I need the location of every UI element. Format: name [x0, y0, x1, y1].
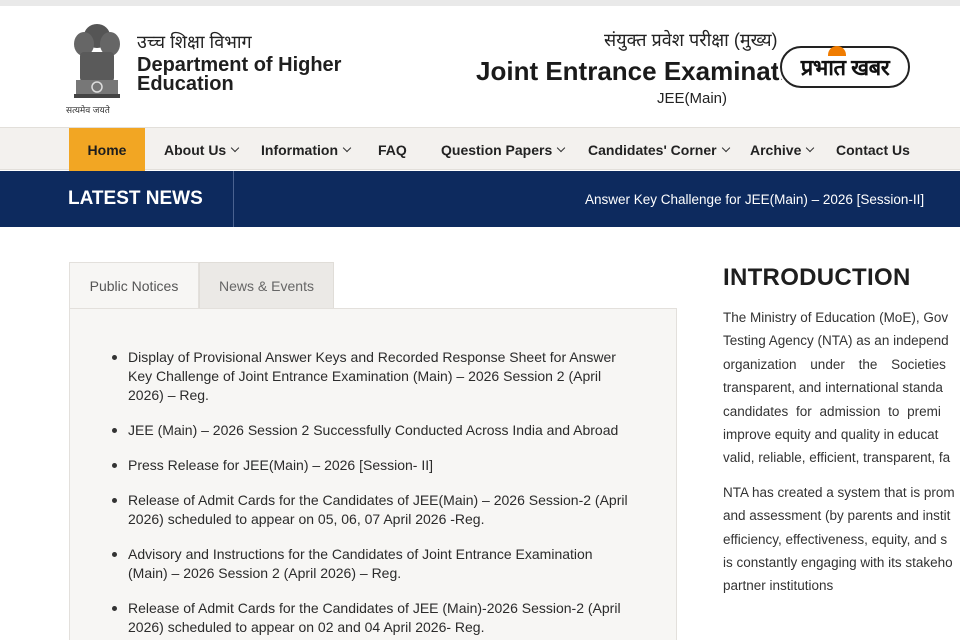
- exam-hindi-title: संयुक्त प्रवेश परीक्षा (मुख्य): [604, 30, 778, 50]
- dept-hindi-title: उच्च शिक्षा विभाग: [137, 32, 252, 52]
- exam-subtitle: JEE(Main): [657, 90, 728, 107]
- chevron-down-icon: [230, 143, 240, 152]
- emblem-motto: सत्यमेव जयते: [66, 105, 110, 115]
- latest-news-bar: LATEST NEWS Answer Key Challenge for JEE…: [0, 171, 960, 227]
- intro-line: The Ministry of Education (MoE), Gov: [723, 310, 949, 325]
- prabhat-khabar-badge: प्रभात खबर: [780, 46, 910, 88]
- main-nav: Home About Us Information FAQ Question P…: [0, 127, 960, 171]
- intro-line: organization under the Societies: [723, 356, 946, 372]
- nav-about-us[interactable]: About Us: [164, 128, 240, 171]
- chevron-down-icon: [342, 143, 352, 152]
- intro-line: NTA has created a system that is prom: [723, 484, 955, 500]
- intro-line: efficiency, effectiveness, equity, and s: [723, 531, 948, 547]
- nav-contact-label: Contact Us: [836, 141, 910, 158]
- nav-question-papers-label: Question Papers: [441, 141, 553, 158]
- intro-line: and assessment (by parents and instit: [723, 508, 951, 524]
- tab-public-notices[interactable]: Public Notices: [69, 262, 199, 309]
- chevron-down-icon: [806, 143, 815, 152]
- news-divider: [233, 171, 234, 227]
- nav-home-label: Home: [87, 141, 127, 158]
- nav-information[interactable]: Information: [261, 128, 352, 171]
- intro-title: INTRODUCTION: [723, 264, 911, 291]
- chevron-down-icon: [721, 143, 730, 152]
- nav-archive[interactable]: Archive: [750, 128, 815, 171]
- nav-candidates-label: Candidates' Corner: [588, 141, 717, 158]
- notice-item[interactable]: Release of Admit Cards for the Candidate…: [110, 491, 630, 529]
- nav-information-label: Information: [261, 141, 338, 158]
- notice-item[interactable]: Release of Admit Cards for the Candidate…: [110, 599, 630, 637]
- chevron-down-icon: [557, 143, 566, 152]
- national-emblem-icon: सत्यमेव जयते: [66, 16, 128, 116]
- intro-line: transparent, and international standa: [723, 380, 943, 396]
- intro-line: partner institutions: [723, 578, 834, 594]
- intro-line: Testing Agency (NTA) as an independ: [723, 333, 949, 349]
- nav-archive-label: Archive: [750, 141, 802, 158]
- notice-item[interactable]: JEE (Main) – 2026 Session 2 Successfully…: [110, 421, 630, 440]
- tab-news-events[interactable]: News & Events: [199, 262, 334, 309]
- intro-line: valid, reliable, efficient, transparent,…: [723, 450, 951, 466]
- nav-question-papers[interactable]: Question Papers: [441, 128, 566, 171]
- intro-line: candidates for admission to premi: [723, 403, 941, 419]
- nav-contact-us[interactable]: Contact Us: [836, 128, 910, 171]
- notice-item[interactable]: Press Release for JEE(Main) – 2026 [Sess…: [110, 456, 630, 475]
- notice-item[interactable]: Display of Provisional Answer Keys and R…: [110, 348, 630, 405]
- intro-text: The Ministry of Education (MoE), Gov Tes…: [723, 306, 960, 598]
- news-ticker-link[interactable]: Answer Key Challenge for JEE(Main) – 202…: [585, 171, 924, 227]
- nav-faq-label: FAQ: [378, 141, 407, 158]
- notices-list: Display of Provisional Answer Keys and R…: [110, 348, 630, 640]
- nav-faq[interactable]: FAQ: [378, 128, 407, 171]
- site-header: सत्यमेव जयते उच्च शिक्षा विभाग Departmen…: [0, 6, 960, 127]
- latest-news-label: LATEST NEWS: [68, 188, 203, 209]
- notice-item[interactable]: Advisory and Instructions for the Candid…: [110, 545, 630, 583]
- dept-name: Department of Higher Education: [137, 54, 342, 95]
- intro-line: is constantly engaging with its stakeho: [723, 555, 953, 571]
- nav-home[interactable]: Home: [69, 128, 145, 171]
- nav-about-label: About Us: [164, 141, 227, 158]
- sun-icon: [828, 46, 846, 56]
- intro-line: improve equity and quality in educat: [723, 427, 939, 443]
- nav-candidates-corner[interactable]: Candidates' Corner: [588, 128, 730, 171]
- badge-text: प्रभात खबर: [800, 55, 890, 80]
